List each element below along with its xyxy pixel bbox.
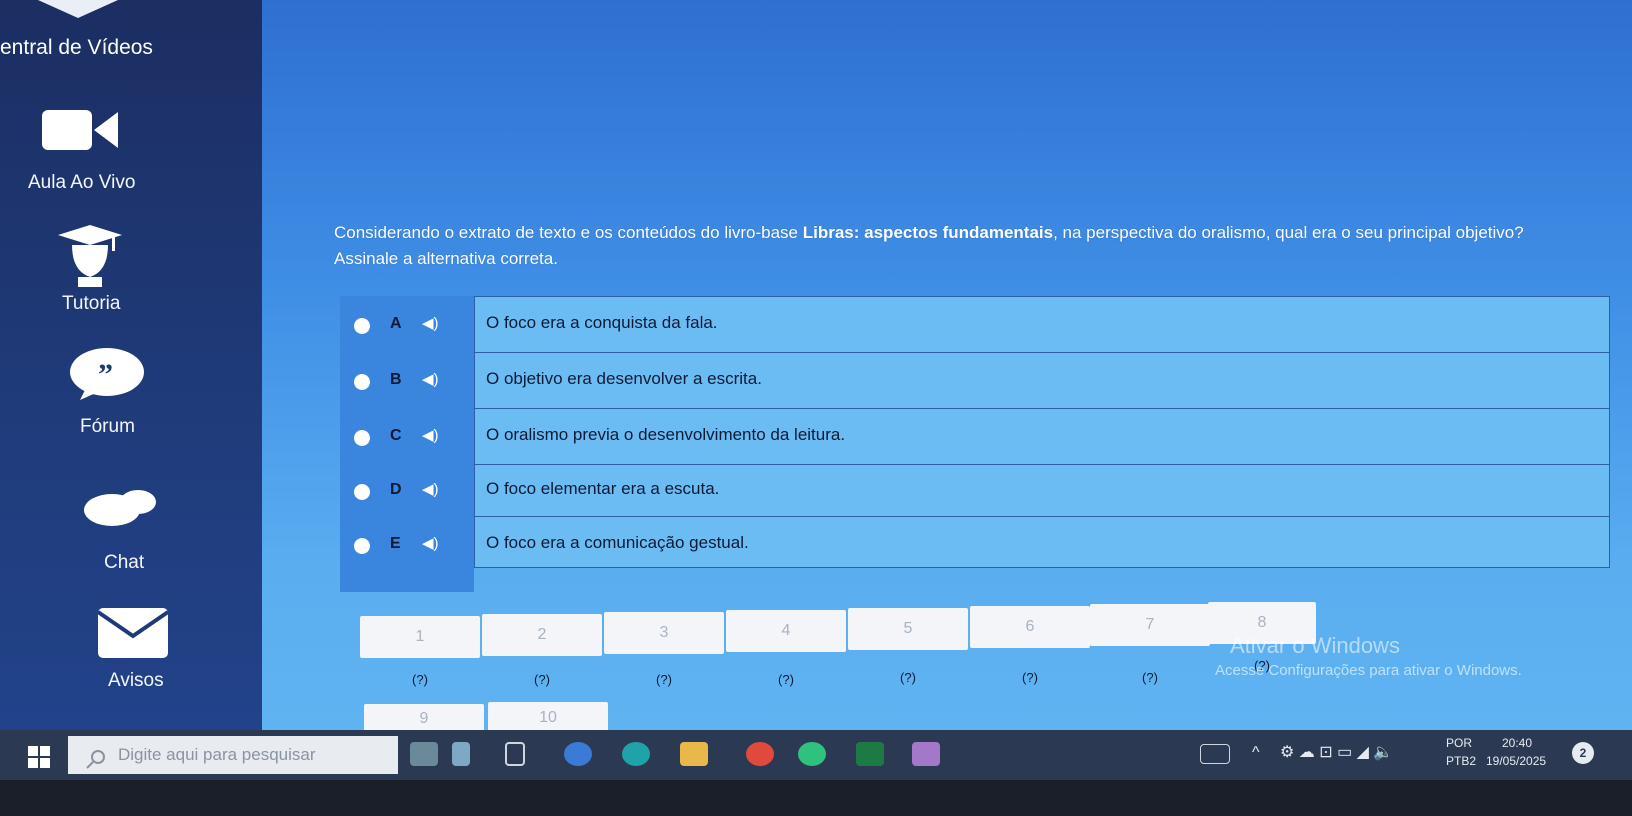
- option-text[interactable]: O oralismo previa o desenvolvimento da l…: [486, 425, 845, 445]
- radio-button[interactable]: [354, 430, 370, 446]
- option-e[interactable]: E ◀︎) O foco era a comunicação gestual.: [340, 516, 1610, 572]
- page-status: (?): [534, 672, 550, 687]
- page-status: (?): [1022, 670, 1038, 685]
- taskbar-app-icon[interactable]: [452, 742, 470, 766]
- screen-bezel: [0, 780, 1632, 816]
- radio-button[interactable]: [354, 318, 370, 334]
- option-letter: A: [390, 315, 402, 332]
- sidebar-item-label: Aula Ao Vivo: [28, 172, 136, 193]
- page-button-5[interactable]: 5: [848, 608, 968, 650]
- page-button-4[interactable]: 4: [726, 610, 846, 652]
- option-d[interactable]: D ◀︎) O foco elementar era a escuta.: [340, 462, 1610, 518]
- option-letter: C: [390, 427, 402, 444]
- page-status: (?): [900, 670, 916, 685]
- taskbar-search-input[interactable]: Digite aqui para pesquisar: [68, 736, 398, 774]
- clock-date[interactable]: 19/05/2025: [1486, 754, 1546, 768]
- video-camera-icon: [42, 106, 118, 159]
- option-c[interactable]: C ◀︎) O oralismo previa o desenvolviment…: [340, 408, 1610, 464]
- option-a[interactable]: A ◀︎) O foco era a conquista da fala.: [340, 296, 1610, 352]
- svg-text:”: ”: [98, 358, 113, 391]
- keyboard-icon[interactable]: [1200, 744, 1230, 764]
- sidebar-item-label: Fórum: [80, 416, 135, 437]
- radio-button[interactable]: [354, 538, 370, 554]
- taskbar-app-icon[interactable]: [410, 742, 438, 766]
- question-instruction: Assinale a alternativa correta.: [334, 249, 558, 268]
- graduation-cap-icon: [58, 225, 122, 292]
- tray-icons[interactable]: ⚙ ☁ ⊡ ▭ ◢ 🔈: [1280, 742, 1393, 762]
- sidebar-title: entral de Vídeos: [0, 36, 153, 59]
- excel-icon[interactable]: [856, 742, 884, 766]
- page-button-1[interactable]: 1: [360, 616, 480, 658]
- question-lead: Considerando o extrato de texto e os con…: [334, 223, 803, 242]
- taskbar-app-icon[interactable]: [912, 742, 940, 766]
- page-button-6[interactable]: 6: [970, 606, 1090, 648]
- sidebar: entral de Vídeos Aula Ao Vivo Tutoria ” …: [0, 0, 262, 740]
- spotify-icon[interactable]: [798, 742, 826, 766]
- speaker-icon[interactable]: ◀︎): [422, 480, 439, 498]
- radio-button[interactable]: [354, 484, 370, 500]
- option-text[interactable]: O foco era a comunicação gestual.: [486, 533, 749, 553]
- option-b[interactable]: B ◀︎) O objetivo era desenvolver a escri…: [340, 352, 1610, 408]
- windows-start-icon[interactable]: [28, 746, 50, 773]
- option-letter: E: [390, 535, 401, 552]
- speaker-icon[interactable]: ◀︎): [422, 426, 439, 444]
- option-text[interactable]: O objetivo era desenvolver a escrita.: [486, 369, 762, 389]
- page-status: (?): [1142, 670, 1158, 685]
- sidebar-item-label: Tutoria: [62, 293, 121, 314]
- answer-options: A ◀︎) O foco era a conquista da fala. B …: [340, 296, 1610, 592]
- radio-button[interactable]: [354, 374, 370, 390]
- quote-bubble-icon: ”: [70, 348, 144, 405]
- page-button-2[interactable]: 2: [482, 614, 602, 656]
- option-text[interactable]: O foco elementar era a escuta.: [486, 479, 719, 499]
- activation-watermark-title: Ativar o Windows: [1230, 633, 1400, 658]
- sidebar-top-notch: [38, 0, 118, 18]
- page-button-7[interactable]: 7: [1090, 604, 1210, 646]
- taskbar: Digite aqui para pesquisar ^ ⚙ ☁ ⊡ ▭ ◢ 🔈…: [0, 730, 1632, 780]
- task-view-icon[interactable]: [505, 742, 525, 766]
- option-letter: B: [390, 371, 402, 388]
- sidebar-item-avisos[interactable]: Avisos: [0, 608, 262, 698]
- page-status: (?): [412, 672, 428, 687]
- option-letter: D: [390, 481, 402, 498]
- page-button-3[interactable]: 3: [604, 612, 724, 654]
- keyboard-layout[interactable]: PTB2: [1446, 754, 1476, 768]
- edge-browser-icon[interactable]: [564, 742, 592, 766]
- sidebar-item-chat[interactable]: Chat: [0, 488, 262, 578]
- input-language[interactable]: POR: [1446, 736, 1472, 750]
- question-text: Considerando o extrato de texto e os con…: [334, 220, 1624, 272]
- sidebar-item-tutoria[interactable]: Tutoria: [0, 225, 262, 325]
- clock-time[interactable]: 20:40: [1502, 736, 1532, 750]
- page-status: (?): [656, 672, 672, 687]
- notification-badge[interactable]: 2: [1572, 742, 1594, 764]
- search-icon: [86, 745, 106, 783]
- speaker-icon[interactable]: ◀︎): [422, 314, 439, 332]
- sidebar-item-label: Chat: [104, 552, 145, 573]
- sidebar-item-aula-ao-vivo[interactable]: Aula Ao Vivo: [0, 100, 262, 200]
- option-text[interactable]: O foco era a conquista da fala.: [486, 313, 718, 333]
- page-status: (?): [778, 672, 794, 687]
- speaker-icon[interactable]: ◀︎): [422, 534, 439, 552]
- sidebar-item-forum[interactable]: ” Fórum: [0, 348, 262, 448]
- question-tail: , na perspectiva do oralismo, qual era o…: [1053, 223, 1524, 242]
- file-explorer-icon[interactable]: [680, 742, 708, 766]
- sidebar-item-label: Avisos: [108, 670, 164, 691]
- chrome-icon[interactable]: [746, 742, 774, 766]
- teams-icon[interactable]: [622, 742, 650, 766]
- speaker-icon[interactable]: ◀︎): [422, 370, 439, 388]
- search-placeholder: Digite aqui para pesquisar: [118, 745, 316, 764]
- activation-watermark-subtitle: Acesse Configurações para ativar o Windo…: [1215, 662, 1522, 679]
- envelope-icon: [96, 608, 170, 663]
- book-title: Libras: aspectos fundamentais: [802, 223, 1054, 242]
- chat-bubbles-icon: [84, 488, 156, 533]
- chevron-up-icon[interactable]: ^: [1252, 744, 1260, 762]
